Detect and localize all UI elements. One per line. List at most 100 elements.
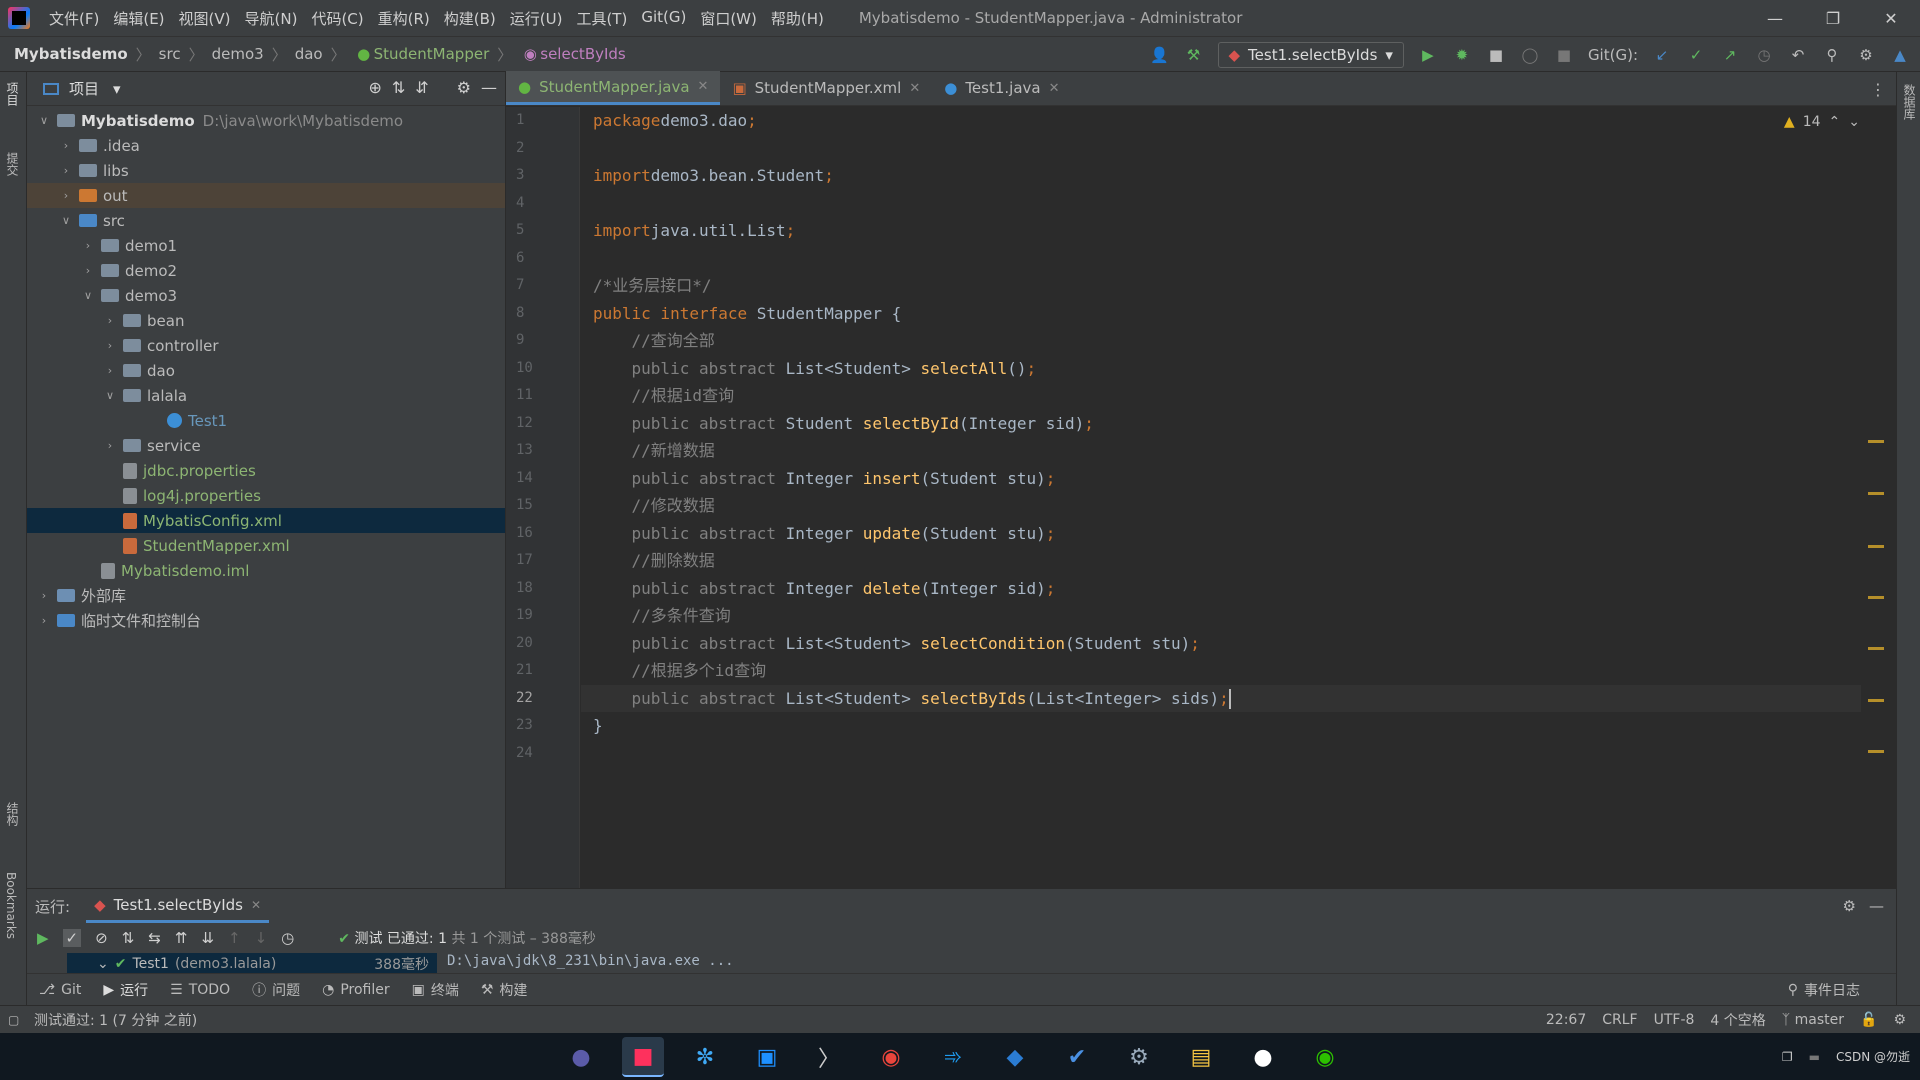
warning-mark[interactable]	[1868, 647, 1884, 650]
code-line[interactable]: importjava.util.List;	[581, 217, 1861, 245]
code-line[interactable]: public abstract List<Student> selectById…	[581, 684, 1861, 712]
tree-item[interactable]: › .idea	[27, 133, 505, 158]
chevron-right-icon[interactable]: ›	[81, 239, 95, 252]
warning-mark[interactable]	[1868, 492, 1884, 495]
breadcrumb-src[interactable]: src	[159, 45, 181, 63]
intellij-icon[interactable]: ■	[622, 1037, 664, 1077]
database-tool-button[interactable]: 数据库	[1901, 84, 1918, 120]
chevron-down-icon[interactable]: ⌄	[1848, 114, 1860, 130]
chevron-right-icon[interactable]: ›	[103, 339, 117, 352]
line-number[interactable]: 12	[506, 410, 579, 438]
run-icon[interactable]: ▶	[1418, 45, 1438, 65]
collapse-all-icon[interactable]: ⇵	[415, 78, 428, 97]
chevron-right-icon[interactable]: ›	[37, 589, 51, 602]
bottom-tab-todo[interactable]: ☰ TODO	[170, 982, 230, 998]
code-line[interactable]: public abstract List<Student> selectAll(…	[581, 355, 1861, 383]
tree-item[interactable]: › demo2	[27, 258, 505, 283]
warning-mark[interactable]	[1868, 699, 1884, 702]
code-line[interactable]: public abstract Integer update(Student s…	[581, 520, 1861, 548]
editor-tab[interactable]: ● StudentMapper.java ✕	[506, 71, 721, 105]
file-encoding[interactable]: UTF-8	[1654, 1012, 1695, 1028]
tree-item[interactable]: ∨ Mybatisdemo D:\java\work\Mybatisdemo	[27, 108, 505, 133]
bottom-tab-git[interactable]: ⎇ Git	[39, 982, 81, 998]
test-tree-item[interactable]: ⌄ ✔ Test1 (demo3.lalala) 388毫秒	[67, 953, 437, 974]
chevron-down-icon[interactable]: ▾	[113, 80, 121, 98]
search-icon[interactable]: ⚲	[1822, 45, 1842, 65]
show-passed-icon[interactable]: ✓	[62, 929, 82, 947]
tree-item[interactable]: ∨ src	[27, 208, 505, 233]
settings-gear-icon[interactable]: ⚙	[1843, 897, 1856, 915]
code-line[interactable]: public interface StudentMapper {	[581, 300, 1861, 328]
minimize-icon[interactable]: —	[1746, 0, 1804, 36]
breadcrumb-studentmapper[interactable]: StudentMapper	[374, 45, 490, 63]
locate-file-icon[interactable]: ⊕	[368, 78, 381, 97]
event-log-button[interactable]: ⚲ 事件日志	[1788, 974, 1860, 1006]
stop-icon[interactable]: ■	[1554, 45, 1574, 65]
collapse-all-icon[interactable]: ⇊	[201, 929, 214, 947]
chevron-right-icon[interactable]: ›	[59, 189, 73, 202]
rerun-icon[interactable]: ▶	[37, 929, 49, 947]
tree-item[interactable]: log4j.properties	[27, 483, 505, 508]
steam-icon[interactable]: ⚙	[1118, 1037, 1160, 1077]
debug-icon[interactable]: ✹	[1452, 45, 1472, 65]
breadcrumb-dao[interactable]: dao	[295, 45, 323, 63]
warning-mark[interactable]	[1868, 545, 1884, 548]
line-number[interactable]: 2	[506, 135, 579, 163]
wechat-icon[interactable]: ◉	[1304, 1037, 1346, 1077]
code-line[interactable]: public abstract List<Student> selectCond…	[581, 630, 1861, 658]
user-icon[interactable]: 👤	[1150, 45, 1170, 65]
tree-item[interactable]: jdbc.properties	[27, 458, 505, 483]
chevron-right-icon[interactable]: ›	[103, 314, 117, 327]
panda-app-icon[interactable]: ●	[1242, 1037, 1284, 1077]
tree-item[interactable]: › libs	[27, 158, 505, 183]
chevron-right-icon[interactable]: ›	[37, 614, 51, 627]
hide-panel-icon[interactable]: —	[481, 78, 497, 97]
tree-item[interactable]: › dao	[27, 358, 505, 383]
code-line[interactable]	[581, 135, 1861, 163]
word-icon[interactable]: ◆	[994, 1037, 1036, 1077]
menu-item[interactable]: Git(G)	[634, 8, 693, 29]
menu-item[interactable]: 编辑(E)	[106, 8, 171, 29]
line-number[interactable]: 18	[506, 575, 579, 603]
settings-gear-icon[interactable]: ⚙	[1856, 45, 1876, 65]
file-explorer-icon[interactable]: ▤	[1180, 1037, 1222, 1077]
code-line[interactable]: //查询全部	[581, 327, 1861, 355]
code-editor[interactable]: packagedemo3.dao; importdemo3.bean.Studen…	[581, 107, 1861, 888]
tree-item[interactable]: ∨ lalala	[27, 383, 505, 408]
menu-item[interactable]: 帮助(H)	[764, 8, 831, 29]
tree-item[interactable]: › bean	[27, 308, 505, 333]
close-icon[interactable]: ✕	[909, 81, 920, 96]
terminal-icon[interactable]: 〉	[808, 1037, 850, 1077]
line-number[interactable]: 8	[506, 300, 579, 328]
bottom-tab-build[interactable]: ⚒ 构建	[481, 980, 528, 1000]
bottom-tab-run[interactable]: ▶ 运行	[103, 980, 148, 1000]
sort-duration-icon[interactable]: ⇆	[148, 929, 161, 947]
chevron-right-icon[interactable]: ›	[59, 164, 73, 177]
menu-item[interactable]: 运行(U)	[503, 8, 570, 29]
menu-item[interactable]: 文件(F)	[42, 8, 106, 29]
ime-icon[interactable]: ▬	[1809, 1050, 1820, 1064]
chevron-right-icon[interactable]: ›	[59, 139, 73, 152]
caret-position[interactable]: 22:67	[1546, 1012, 1586, 1028]
expand-all-icon[interactable]: ⇈	[175, 929, 188, 947]
code-line[interactable]: //删除数据	[581, 547, 1861, 575]
line-separator[interactable]: CRLF	[1602, 1012, 1637, 1028]
options-gear-icon[interactable]: ⚙	[457, 78, 471, 97]
menu-item[interactable]: 视图(V)	[172, 8, 238, 29]
restore-icon[interactable]: ❐	[1804, 0, 1862, 36]
tree-item[interactable]: Mybatisdemo.iml	[27, 558, 505, 583]
run-tab[interactable]: ◆ Test1.selectByIds ✕	[86, 889, 270, 923]
code-line[interactable]: public abstract Integer delete(Integer s…	[581, 575, 1861, 603]
line-number[interactable]: 3	[506, 162, 579, 190]
sort-alpha-icon[interactable]: ⇅	[122, 929, 135, 947]
show-ignored-icon[interactable]: ⊘	[95, 929, 108, 947]
expand-all-icon[interactable]: ⇅	[392, 78, 405, 97]
tree-item[interactable]: › 临时文件和控制台	[27, 608, 505, 633]
jetbrains-toolbox-icon[interactable]: ▲	[1890, 45, 1910, 65]
code-line[interactable]: public abstract Student selectById(Integ…	[581, 410, 1861, 438]
line-number[interactable]: 17	[506, 547, 579, 575]
git-commit-icon[interactable]: ✓	[1686, 45, 1706, 65]
line-number[interactable]: 6	[506, 245, 579, 273]
tree-item[interactable]: › 外部库	[27, 583, 505, 608]
code-line[interactable]: importdemo3.bean.Student;	[581, 162, 1861, 190]
